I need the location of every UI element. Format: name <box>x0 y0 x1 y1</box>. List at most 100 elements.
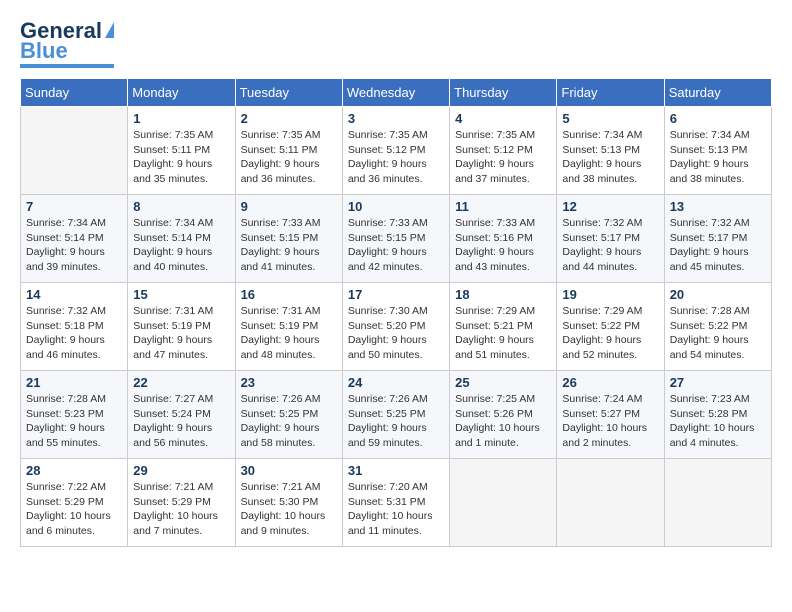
day-number: 17 <box>348 287 444 302</box>
day-info: Sunrise: 7:20 AM Sunset: 5:31 PM Dayligh… <box>348 480 444 539</box>
calendar-week-row: 14 Sunrise: 7:32 AM Sunset: 5:18 PM Dayli… <box>21 283 772 371</box>
day-number: 18 <box>455 287 551 302</box>
day-number: 9 <box>241 199 337 214</box>
day-number: 24 <box>348 375 444 390</box>
calendar-cell: 23Sunrise: 7:26 AM Sunset: 5:25 PM Dayli… <box>235 371 342 459</box>
day-info: Sunrise: 7:32 AM Sunset: 5:17 PM Dayligh… <box>670 216 766 275</box>
day-info: Sunrise: 7:29 AM Sunset: 5:22 PM Dayligh… <box>562 304 658 363</box>
day-number: 27 <box>670 375 766 390</box>
calendar-cell: 31Sunrise: 7:20 AM Sunset: 5:31 PM Dayli… <box>342 459 449 547</box>
day-number: 4 <box>455 111 551 126</box>
day-info: Sunrise: 7:26 AM Sunset: 5:25 PM Dayligh… <box>348 392 444 451</box>
day-info: Sunrise: 7:35 AM Sunset: 5:12 PM Dayligh… <box>348 128 444 187</box>
day-info: Sunrise: 7:34 AM Sunset: 5:14 PM Dayligh… <box>133 216 229 275</box>
calendar-header-thursday: Thursday <box>450 79 557 107</box>
calendar-cell: 3Sunrise: 7:35 AM Sunset: 5:12 PM Daylig… <box>342 107 449 195</box>
calendar-cell: 6 Sunrise: 7:34 AM Sunset: 5:13 PM Daylig… <box>664 107 771 195</box>
calendar-week-row: 21 Sunrise: 7:28 AM Sunset: 5:23 PM Dayli… <box>21 371 772 459</box>
day-info: Sunrise: 7:34 AM Sunset: 5:13 PM Dayligh… <box>562 128 658 187</box>
day-number: 30 <box>241 463 337 478</box>
calendar-cell: 24 Sunrise: 7:26 AM Sunset: 5:25 PM Dayli… <box>342 371 449 459</box>
day-info: Sunrise: 7:32 AM Sunset: 5:17 PM Dayligh… <box>562 216 658 275</box>
calendar-cell: 18 Sunrise: 7:29 AM Sunset: 5:21 PM Dayli… <box>450 283 557 371</box>
calendar-header-wednesday: Wednesday <box>342 79 449 107</box>
day-info: Sunrise: 7:30 AM Sunset: 5:20 PM Dayligh… <box>348 304 444 363</box>
calendar-week-row: 7 Sunrise: 7:34 AM Sunset: 5:14 PM Daylig… <box>21 195 772 283</box>
day-info: Sunrise: 7:35 AM Sunset: 5:11 PM Dayligh… <box>241 128 337 187</box>
day-number: 11 <box>455 199 551 214</box>
calendar-header-friday: Friday <box>557 79 664 107</box>
calendar-header-saturday: Saturday <box>664 79 771 107</box>
day-info: Sunrise: 7:33 AM Sunset: 5:15 PM Dayligh… <box>241 216 337 275</box>
day-info: Sunrise: 7:27 AM Sunset: 5:24 PM Dayligh… <box>133 392 229 451</box>
calendar-cell: 15Sunrise: 7:31 AM Sunset: 5:19 PM Dayli… <box>128 283 235 371</box>
calendar-cell: 21 Sunrise: 7:28 AM Sunset: 5:23 PM Dayli… <box>21 371 128 459</box>
day-number: 22 <box>133 375 229 390</box>
day-number: 1 <box>133 111 229 126</box>
calendar-week-row: 1 Sunrise: 7:35 AM Sunset: 5:11 PM Daylig… <box>21 107 772 195</box>
day-number: 8 <box>133 199 229 214</box>
logo: General Blue <box>20 20 114 68</box>
calendar-cell: 22 Sunrise: 7:27 AM Sunset: 5:24 PM Dayli… <box>128 371 235 459</box>
day-number: 5 <box>562 111 658 126</box>
day-info: Sunrise: 7:28 AM Sunset: 5:22 PM Dayligh… <box>670 304 766 363</box>
calendar-cell <box>21 107 128 195</box>
calendar-cell: 8 Sunrise: 7:34 AM Sunset: 5:14 PM Daylig… <box>128 195 235 283</box>
calendar-header-tuesday: Tuesday <box>235 79 342 107</box>
calendar-cell <box>557 459 664 547</box>
day-number: 25 <box>455 375 551 390</box>
day-info: Sunrise: 7:29 AM Sunset: 5:21 PM Dayligh… <box>455 304 551 363</box>
calendar-cell: 12 Sunrise: 7:32 AM Sunset: 5:17 PM Dayli… <box>557 195 664 283</box>
calendar-cell: 16Sunrise: 7:31 AM Sunset: 5:19 PM Dayli… <box>235 283 342 371</box>
day-info: Sunrise: 7:28 AM Sunset: 5:23 PM Dayligh… <box>26 392 122 451</box>
day-number: 10 <box>348 199 444 214</box>
day-number: 14 <box>26 287 122 302</box>
calendar-cell: 20 Sunrise: 7:28 AM Sunset: 5:22 PM Dayli… <box>664 283 771 371</box>
calendar-cell: 2 Sunrise: 7:35 AM Sunset: 5:11 PM Daylig… <box>235 107 342 195</box>
day-info: Sunrise: 7:34 AM Sunset: 5:13 PM Dayligh… <box>670 128 766 187</box>
logo-blue-bar <box>20 64 114 68</box>
page-header: General Blue <box>20 20 772 68</box>
calendar-cell: 1 Sunrise: 7:35 AM Sunset: 5:11 PM Daylig… <box>128 107 235 195</box>
day-info: Sunrise: 7:21 AM Sunset: 5:29 PM Dayligh… <box>133 480 229 539</box>
day-number: 6 <box>670 111 766 126</box>
calendar-cell: 4Sunrise: 7:35 AM Sunset: 5:12 PM Daylig… <box>450 107 557 195</box>
day-info: Sunrise: 7:34 AM Sunset: 5:14 PM Dayligh… <box>26 216 122 275</box>
day-number: 28 <box>26 463 122 478</box>
day-info: Sunrise: 7:33 AM Sunset: 5:15 PM Dayligh… <box>348 216 444 275</box>
logo-text-blue: Blue <box>20 40 68 62</box>
day-info: Sunrise: 7:33 AM Sunset: 5:16 PM Dayligh… <box>455 216 551 275</box>
calendar-cell: 5 Sunrise: 7:34 AM Sunset: 5:13 PM Daylig… <box>557 107 664 195</box>
day-number: 19 <box>562 287 658 302</box>
calendar-cell: 11 Sunrise: 7:33 AM Sunset: 5:16 PM Dayli… <box>450 195 557 283</box>
calendar-cell: 19 Sunrise: 7:29 AM Sunset: 5:22 PM Dayli… <box>557 283 664 371</box>
calendar-week-row: 28 Sunrise: 7:22 AM Sunset: 5:29 PM Dayli… <box>21 459 772 547</box>
calendar-cell: 25 Sunrise: 7:25 AM Sunset: 5:26 PM Dayli… <box>450 371 557 459</box>
calendar-cell <box>450 459 557 547</box>
day-info: Sunrise: 7:23 AM Sunset: 5:28 PM Dayligh… <box>670 392 766 451</box>
calendar-cell <box>664 459 771 547</box>
day-info: Sunrise: 7:32 AM Sunset: 5:18 PM Dayligh… <box>26 304 122 363</box>
day-number: 29 <box>133 463 229 478</box>
day-info: Sunrise: 7:22 AM Sunset: 5:29 PM Dayligh… <box>26 480 122 539</box>
calendar-cell: 30 Sunrise: 7:21 AM Sunset: 5:30 PM Dayli… <box>235 459 342 547</box>
day-info: Sunrise: 7:31 AM Sunset: 5:19 PM Dayligh… <box>241 304 337 363</box>
calendar-cell: 7 Sunrise: 7:34 AM Sunset: 5:14 PM Daylig… <box>21 195 128 283</box>
calendar-cell: 9 Sunrise: 7:33 AM Sunset: 5:15 PM Daylig… <box>235 195 342 283</box>
day-info: Sunrise: 7:24 AM Sunset: 5:27 PM Dayligh… <box>562 392 658 451</box>
day-number: 21 <box>26 375 122 390</box>
calendar-header-row: SundayMondayTuesdayWednesdayThursdayFrid… <box>21 79 772 107</box>
day-number: 7 <box>26 199 122 214</box>
day-number: 20 <box>670 287 766 302</box>
day-info: Sunrise: 7:25 AM Sunset: 5:26 PM Dayligh… <box>455 392 551 451</box>
day-info: Sunrise: 7:31 AM Sunset: 5:19 PM Dayligh… <box>133 304 229 363</box>
day-info: Sunrise: 7:21 AM Sunset: 5:30 PM Dayligh… <box>241 480 337 539</box>
calendar-cell: 13Sunrise: 7:32 AM Sunset: 5:17 PM Dayli… <box>664 195 771 283</box>
calendar-cell: 10 Sunrise: 7:33 AM Sunset: 5:15 PM Dayli… <box>342 195 449 283</box>
day-number: 2 <box>241 111 337 126</box>
calendar-cell: 28 Sunrise: 7:22 AM Sunset: 5:29 PM Dayli… <box>21 459 128 547</box>
day-info: Sunrise: 7:26 AM Sunset: 5:25 PM Dayligh… <box>241 392 337 451</box>
day-number: 12 <box>562 199 658 214</box>
day-info: Sunrise: 7:35 AM Sunset: 5:11 PM Dayligh… <box>133 128 229 187</box>
calendar-header-monday: Monday <box>128 79 235 107</box>
